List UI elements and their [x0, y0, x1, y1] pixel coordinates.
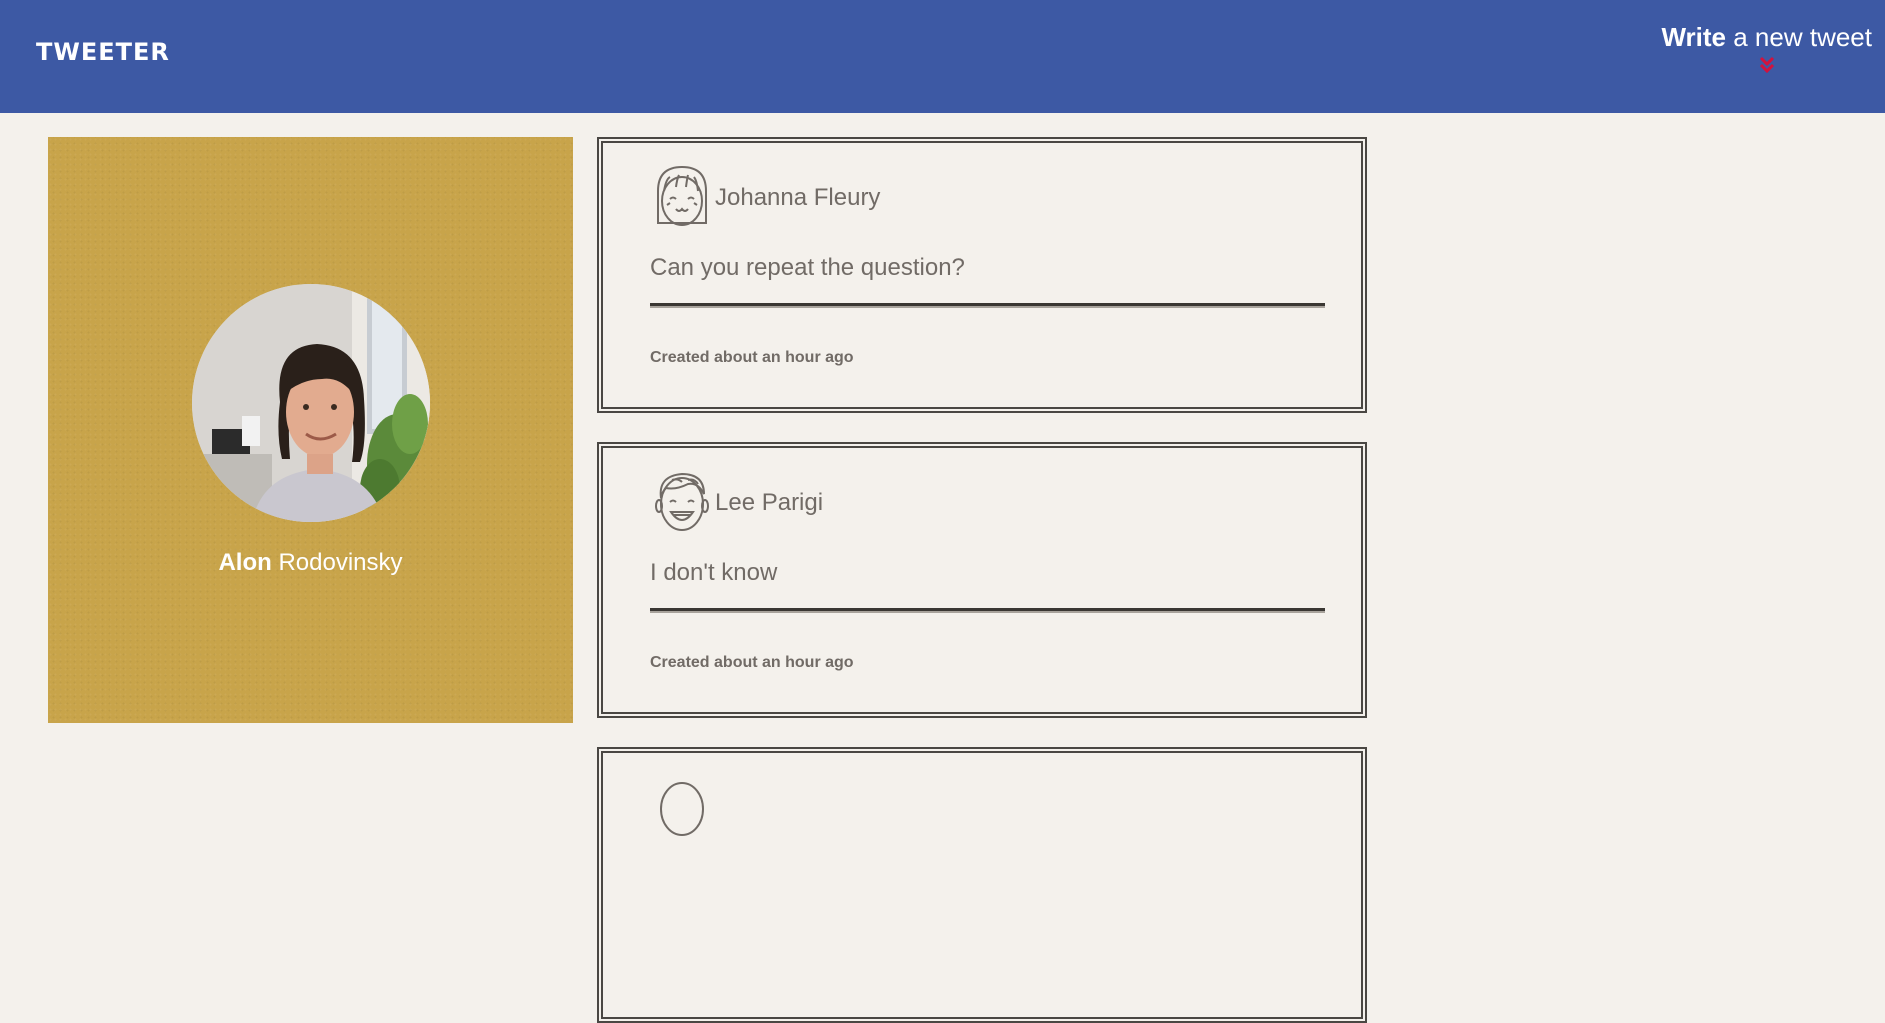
profile-first-name: Alon: [218, 549, 272, 576]
profile-last-name: Rodovinsky: [271, 549, 403, 576]
tweet-card: Lee Parigi I don't know Created about an…: [597, 442, 1367, 718]
top-navbar: TWEETER Write a new tweet: [0, 0, 1885, 113]
tweet-card: Johanna Fleury Can you repeat the questi…: [597, 137, 1367, 413]
user-avatar-photo: [192, 284, 430, 522]
compose-label-bold: Write: [1661, 22, 1727, 52]
compose-label-rest: a new tweet: [1726, 22, 1872, 52]
tweet-card: [597, 747, 1367, 1023]
tweet-divider: [650, 608, 1325, 613]
tweet-timestamp: Created about an hour ago: [650, 654, 854, 671]
user-avatar: [192, 284, 430, 522]
profile-user-name: Alon Rodovinsky: [48, 549, 573, 577]
girl-face-icon: [657, 165, 707, 226]
tweet-timestamp: Created about an hour ago: [650, 349, 854, 366]
tweet-text: I don't know: [650, 559, 778, 586]
face-icon: [660, 782, 704, 836]
tweet-divider: [650, 303, 1325, 308]
tweet-author-name[interactable]: Lee Parigi: [715, 489, 823, 517]
tweet-author-name[interactable]: Johanna Fleury: [715, 184, 880, 212]
double-chevron-down-icon: [1759, 56, 1774, 74]
user-profile-card: Alon Rodovinsky: [48, 137, 573, 723]
write-new-tweet-toggle[interactable]: Write a new tweet: [1661, 22, 1872, 76]
app-logo[interactable]: TWEETER: [36, 38, 170, 66]
tweet-text: Can you repeat the question?: [650, 254, 965, 281]
laughing-boy-face-icon: [655, 472, 709, 531]
